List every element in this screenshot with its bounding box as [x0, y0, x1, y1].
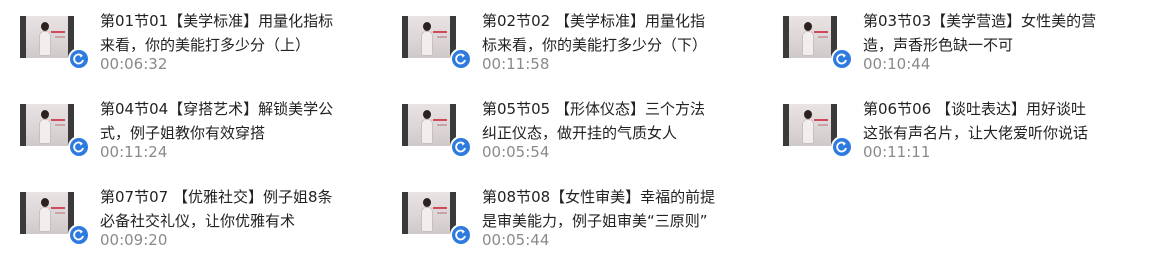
video-thumbnail[interactable] — [402, 16, 456, 58]
video-thumbnail[interactable] — [20, 16, 74, 58]
lesson-item-04[interactable]: 第04节04【穿搭艺术】解锁美学公 式，例子姐教你有效穿搭 00:11:24 — [0, 88, 380, 170]
video-thumbnail[interactable] — [783, 104, 837, 146]
video-thumbnail[interactable] — [20, 192, 74, 234]
lesson-duration: 00:10:44 — [863, 55, 931, 73]
video-thumbnail[interactable] — [783, 16, 837, 58]
lesson-duration: 00:11:24 — [100, 143, 168, 161]
play-circle-icon[interactable] — [831, 48, 853, 70]
play-circle-icon[interactable] — [68, 136, 90, 158]
lesson-title[interactable]: 第07节07 【优雅社交】例子姐8条 必备社交礼仪，让你优雅有术 — [100, 185, 385, 233]
presenter-figure — [420, 198, 434, 232]
presenter-figure — [38, 110, 52, 144]
play-circle-icon[interactable] — [450, 48, 472, 70]
lesson-title[interactable]: 第05节05 【形体仪态】三个方法 纠正仪态，做开挂的气质女人 — [482, 97, 767, 145]
lesson-duration: 00:09:20 — [100, 231, 168, 249]
lesson-item-06[interactable]: 第06节06 【谈吐表达】用好谈吐 这张有声名片，让大佬爱听你说话 00:11:… — [763, 88, 1143, 170]
lesson-duration: 00:11:58 — [482, 55, 550, 73]
presenter-figure — [420, 110, 434, 144]
lesson-item-05[interactable]: 第05节05 【形体仪态】三个方法 纠正仪态，做开挂的气质女人 00:05:54 — [382, 88, 762, 170]
lesson-item-03[interactable]: 第03节03【美学营造】女性美的营 造，声香形色缺一不可 00:10:44 — [763, 0, 1143, 82]
lesson-duration: 00:05:44 — [482, 231, 550, 249]
lesson-duration: 00:11:11 — [863, 143, 931, 161]
lesson-grid: 第01节01【美学标准】用量化指标 来看，你的美能打多少分（上） 00:06:3… — [0, 0, 1176, 275]
presenter-figure — [38, 198, 52, 232]
presenter-figure — [801, 110, 815, 144]
presenter-figure — [420, 22, 434, 56]
lesson-item-07[interactable]: 第07节07 【优雅社交】例子姐8条 必备社交礼仪，让你优雅有术 00:09:2… — [0, 176, 380, 258]
lesson-duration: 00:05:54 — [482, 143, 550, 161]
lesson-item-01[interactable]: 第01节01【美学标准】用量化指标 来看，你的美能打多少分（上） 00:06:3… — [0, 0, 380, 82]
lesson-title[interactable]: 第03节03【美学营造】女性美的营 造，声香形色缺一不可 — [863, 9, 1148, 57]
lesson-item-02[interactable]: 第02节02 【美学标准】用量化指 标来看，你的美能打多少分（下） 00:11:… — [382, 0, 762, 82]
video-thumbnail[interactable] — [402, 192, 456, 234]
play-circle-icon[interactable] — [450, 136, 472, 158]
lesson-title[interactable]: 第06节06 【谈吐表达】用好谈吐 这张有声名片，让大佬爱听你说话 — [863, 97, 1148, 145]
lesson-title[interactable]: 第02节02 【美学标准】用量化指 标来看，你的美能打多少分（下） — [482, 9, 767, 57]
lesson-title[interactable]: 第04节04【穿搭艺术】解锁美学公 式，例子姐教你有效穿搭 — [100, 97, 385, 145]
lesson-title[interactable]: 第01节01【美学标准】用量化指标 来看，你的美能打多少分（上） — [100, 9, 385, 57]
play-circle-icon[interactable] — [831, 136, 853, 158]
play-circle-icon[interactable] — [450, 224, 472, 246]
presenter-figure — [801, 22, 815, 56]
video-thumbnail[interactable] — [20, 104, 74, 146]
lesson-item-08[interactable]: 第08节08【女性审美】幸福的前提 是审美能力，例子姐审美“三原则” 00:05… — [382, 176, 762, 258]
lesson-title[interactable]: 第08节08【女性审美】幸福的前提 是审美能力，例子姐审美“三原则” — [482, 185, 767, 233]
play-circle-icon[interactable] — [68, 48, 90, 70]
video-thumbnail[interactable] — [402, 104, 456, 146]
lesson-duration: 00:06:32 — [100, 55, 168, 73]
play-circle-icon[interactable] — [68, 224, 90, 246]
presenter-figure — [38, 22, 52, 56]
